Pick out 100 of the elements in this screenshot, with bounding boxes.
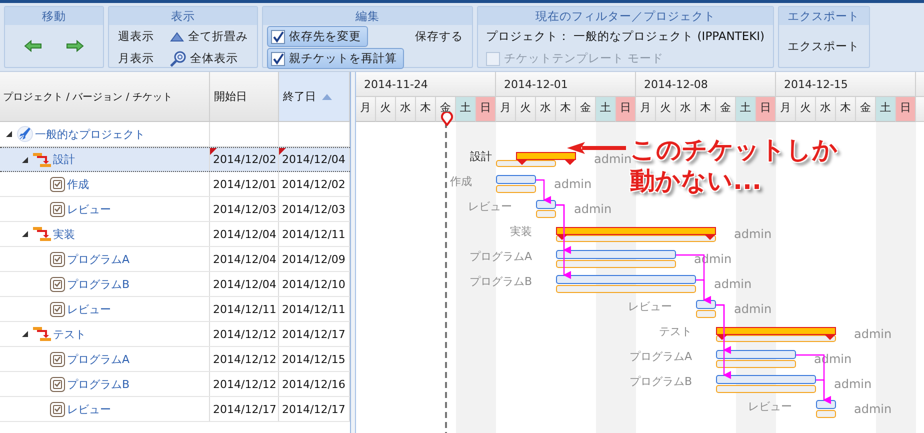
ticket-icon xyxy=(50,402,65,416)
day-header: 日 xyxy=(896,97,916,122)
assignee-label: admin xyxy=(734,302,772,316)
date-cell: 2014/12/03 xyxy=(213,202,276,216)
item-name[interactable]: レビュー xyxy=(67,402,111,416)
ticket-icon xyxy=(50,252,65,266)
item-name[interactable]: 一般的なプロジェクト xyxy=(35,126,145,142)
toolbar-button[interactable]: 保存する xyxy=(410,26,468,47)
date-cell: 2014/12/04 xyxy=(213,278,276,290)
toolbar-button[interactable]: エクスポート xyxy=(782,36,865,56)
dependency-arrow xyxy=(536,179,551,204)
checkbox[interactable] xyxy=(271,52,285,66)
tree-row[interactable]: 実装 2014/12/04 2014/12/11 xyxy=(0,222,350,247)
week-header: 2014-12-15 xyxy=(776,72,916,97)
toolbar-button[interactable]: 月表示 xyxy=(113,48,159,69)
callout-text: このチケットしか xyxy=(630,134,838,165)
day-header: 土 xyxy=(876,97,896,122)
item-name[interactable]: プログラムB xyxy=(67,376,130,392)
day-header: 月 xyxy=(776,97,796,122)
group-title: 表示 xyxy=(109,7,257,25)
week-header: 2014-12-01 xyxy=(496,72,636,97)
tree-row[interactable]: テスト 2014/12/12 2014/12/17 xyxy=(0,322,350,347)
expanded-triangle-icon[interactable] xyxy=(4,129,14,139)
group-title: 編集 xyxy=(263,7,472,25)
tree-row[interactable]: プログラムA 2014/12/04 2014/12/09 xyxy=(0,247,350,272)
assignee-label: admin xyxy=(734,227,772,241)
tree-row[interactable]: レビュー 2014/12/11 2014/12/11 xyxy=(0,297,350,322)
tree-row[interactable]: レビュー 2014/12/03 2014/12/03 xyxy=(0,197,350,222)
task-label: レビュー xyxy=(468,200,512,213)
item-name[interactable]: レビュー xyxy=(67,202,111,216)
tree-row[interactable]: 設計 2014/12/02 2014/12/04 xyxy=(0,147,350,172)
assignee-label: admin xyxy=(594,152,632,166)
week-header xyxy=(916,72,924,97)
task-label: レビュー xyxy=(748,400,792,413)
rocket-icon xyxy=(17,126,33,142)
tree-row[interactable]: プログラムB 2014/12/12 2014/12/16 xyxy=(0,372,350,397)
week-header: 2014-12-08 xyxy=(636,72,776,97)
item-name[interactable]: 実装 xyxy=(53,226,75,242)
baseline-bar xyxy=(816,410,836,418)
tree-row[interactable]: プログラムB 2014/12/04 2014/12/10 xyxy=(0,272,350,297)
item-name[interactable]: 設計 xyxy=(53,152,75,167)
baseline-bar xyxy=(496,160,556,167)
day-header: 水 xyxy=(816,97,836,122)
day-header: 水 xyxy=(536,97,556,122)
day-header: 火 xyxy=(656,97,676,122)
item-name[interactable]: プログラムA xyxy=(67,352,130,366)
ticket-icon xyxy=(50,376,65,392)
toolbar-button[interactable]: 週表示 xyxy=(113,26,159,47)
task-label: プログラムA xyxy=(629,350,692,363)
day-header: 月 xyxy=(496,97,516,122)
column-header[interactable]: プロジェクト / バージョン / チケット xyxy=(0,72,210,121)
toggle-button[interactable]: 依存先を変更 xyxy=(267,26,368,47)
item-name[interactable]: プログラムA xyxy=(67,252,130,266)
day-header: 土 xyxy=(596,97,616,122)
day-header: 日 xyxy=(756,97,776,122)
toggle-button[interactable]: 親チケットを再計算 xyxy=(267,48,404,69)
project-label: プロジェクト： 一般的なプロジェクト (IPPANTEKI) xyxy=(485,28,766,45)
day-header: 水 xyxy=(396,97,416,122)
fit-view-button[interactable]: 全体表示 xyxy=(165,48,243,69)
item-name[interactable]: テスト xyxy=(53,326,86,342)
check-icon xyxy=(272,30,284,42)
day-header: 火 xyxy=(516,97,536,122)
item-name[interactable]: 作成 xyxy=(67,176,89,192)
expanded-triangle-icon[interactable] xyxy=(20,154,30,164)
baseline-bar xyxy=(536,210,556,218)
tree-row[interactable]: プログラムA 2014/12/12 2014/12/15 xyxy=(0,347,350,372)
task-label: テスト xyxy=(659,325,692,338)
expanded-triangle-icon[interactable] xyxy=(20,229,30,239)
tree-row[interactable]: レビュー 2014/12/17 2014/12/17 xyxy=(0,397,350,422)
task-label: プログラムB xyxy=(629,375,692,388)
group-title: 現在のフィルター／プロジェクト xyxy=(478,7,773,25)
callout-text: 動かない... xyxy=(630,165,762,196)
date-cell: 2014/12/11 xyxy=(213,302,276,316)
item-name[interactable]: レビュー xyxy=(67,302,111,316)
right-arrow-icon xyxy=(66,39,84,53)
tree-row[interactable]: 作成 2014/12/01 2014/12/02 xyxy=(0,172,350,197)
assignee-label: admin xyxy=(854,402,892,416)
column-header[interactable]: 終了日 xyxy=(279,72,350,121)
date-cell: 2014/12/09 xyxy=(282,252,346,266)
task-label: 実装 xyxy=(510,225,532,238)
ticket-icon xyxy=(50,276,65,292)
day-header: 金 xyxy=(576,97,596,122)
task-bar xyxy=(816,400,836,409)
date-cell: 2014/12/17 xyxy=(213,402,276,416)
day-header xyxy=(916,97,924,122)
checkbox[interactable] xyxy=(271,30,285,44)
date-cell: 2014/12/04 xyxy=(282,153,346,166)
week-header: 2014-11-24 xyxy=(356,72,496,97)
expanded-triangle-icon[interactable] xyxy=(20,329,30,339)
assignee-label: admin xyxy=(554,177,592,191)
day-header: 月 xyxy=(636,97,656,122)
group-title: エクスポート xyxy=(778,7,869,25)
task-label: プログラムB xyxy=(469,275,532,288)
date-cell: 2014/12/11 xyxy=(282,228,346,240)
date-cell: 2014/12/04 xyxy=(213,252,276,266)
item-name[interactable]: プログラムB xyxy=(67,276,130,292)
day-header: 木 xyxy=(556,97,576,122)
collapse-all-button[interactable]: 全て折畳み xyxy=(165,26,253,47)
date-cell: 2014/12/04 xyxy=(213,228,276,240)
today-marker-icon xyxy=(441,112,453,126)
